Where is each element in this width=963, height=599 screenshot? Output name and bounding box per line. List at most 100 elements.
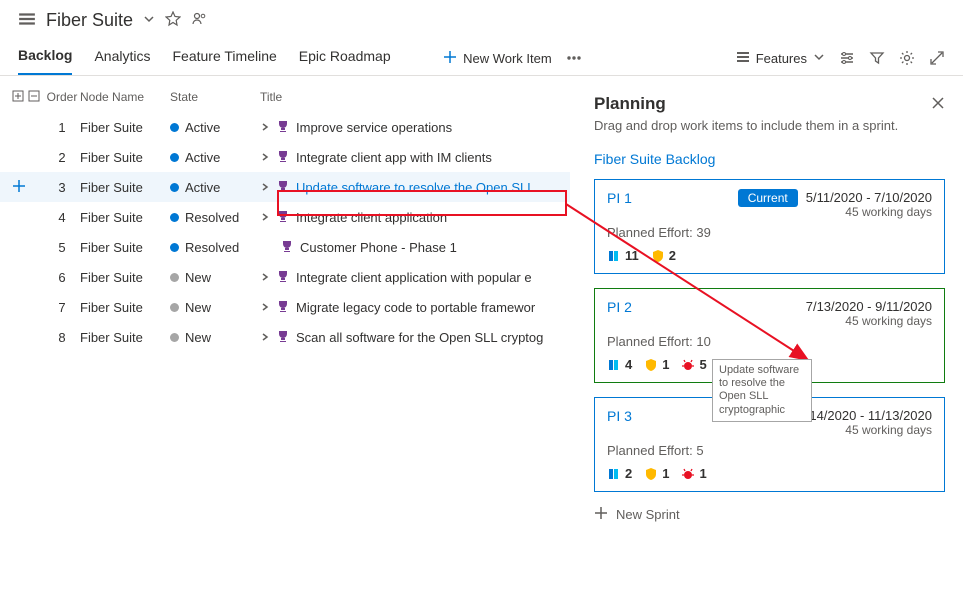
- star-icon[interactable]: [165, 11, 181, 30]
- chevron-right-icon[interactable]: [260, 330, 270, 345]
- cell-order: 7: [44, 300, 80, 315]
- trophy-icon: [276, 329, 290, 346]
- tab-backlog[interactable]: Backlog: [18, 47, 72, 75]
- chevron-right-icon[interactable]: [260, 180, 270, 195]
- sprint-card[interactable]: PI 1 Current5/11/2020 - 7/10/2020 45 wor…: [594, 179, 945, 274]
- table-row[interactable]: 8 Fiber Suite New Scan all software for …: [0, 322, 570, 352]
- table-row[interactable]: 6 Fiber Suite New Integrate client appli…: [0, 262, 570, 292]
- badge-shield: 2: [651, 248, 676, 263]
- backlog-link[interactable]: Fiber Suite Backlog: [594, 151, 945, 167]
- cell-title[interactable]: Integrate client application: [260, 209, 570, 226]
- cell-order: 2: [44, 150, 80, 165]
- chevron-down-icon[interactable]: [143, 13, 155, 28]
- badge-bug: 5: [681, 357, 706, 372]
- sprint-name[interactable]: PI 2: [607, 299, 632, 328]
- cell-node: Fiber Suite: [80, 240, 170, 255]
- cell-state: Active: [170, 120, 260, 135]
- trophy-icon: [276, 179, 290, 196]
- expand-icon[interactable]: [929, 50, 945, 66]
- work-item-title: Improve service operations: [296, 120, 452, 135]
- sprint-name[interactable]: PI 1: [607, 190, 632, 219]
- cell-order: 5: [44, 240, 80, 255]
- cell-order: 3: [44, 180, 80, 195]
- filter-icon[interactable]: [869, 50, 885, 66]
- cell-title[interactable]: Update software to resolve the Open SLL: [260, 179, 570, 196]
- work-item-title: Integrate client application with popula…: [296, 270, 532, 285]
- features-dropdown[interactable]: Features: [736, 50, 825, 67]
- cell-order: 4: [44, 210, 80, 225]
- cell-node: Fiber Suite: [80, 210, 170, 225]
- badge-shield: 1: [644, 357, 669, 372]
- badge-book: 11: [607, 248, 639, 263]
- topbar: Fiber Suite: [0, 0, 963, 39]
- col-state[interactable]: State: [170, 90, 260, 104]
- col-order[interactable]: Order: [44, 90, 80, 104]
- sprint-effort: Planned Effort: 39: [607, 225, 932, 240]
- tab-feature-timeline[interactable]: Feature Timeline: [173, 48, 277, 74]
- features-label: Features: [756, 51, 807, 66]
- settings-icon[interactable]: [839, 50, 855, 66]
- state-dot-icon: [170, 153, 179, 162]
- cell-state: Active: [170, 150, 260, 165]
- new-sprint-button[interactable]: New Sprint: [594, 506, 945, 523]
- sprint-days: 45 working days: [806, 314, 932, 328]
- drag-ghost: Update software to resolve the Open SLL …: [712, 359, 812, 422]
- tabs: Backlog Analytics Feature Timeline Epic Roa…: [0, 39, 963, 76]
- table-row[interactable]: 3 Fiber Suite Active Update software to …: [0, 172, 570, 202]
- badge-shield: 1: [644, 466, 669, 481]
- tab-analytics[interactable]: Analytics: [94, 48, 150, 74]
- table-row[interactable]: 7 Fiber Suite New Migrate legacy code to…: [0, 292, 570, 322]
- gear-icon[interactable]: [899, 50, 915, 66]
- table-row[interactable]: 5 Fiber Suite Resolved Customer Phone - …: [0, 232, 570, 262]
- work-item-title: Migrate legacy code to portable framewor: [296, 300, 535, 315]
- chevron-right-icon[interactable]: [260, 210, 270, 225]
- cell-title[interactable]: Improve service operations: [260, 119, 570, 136]
- state-dot-icon: [170, 123, 179, 132]
- cell-state: Active: [170, 180, 260, 195]
- sprint-dates: 7/13/2020 - 9/11/2020 45 working days: [806, 299, 932, 328]
- trophy-icon: [276, 119, 290, 136]
- cell-title[interactable]: Migrate legacy code to portable framewor: [260, 299, 570, 316]
- table-row[interactable]: 4 Fiber Suite Resolved Integrate client …: [0, 202, 570, 232]
- chevron-right-icon[interactable]: [260, 300, 270, 315]
- expand-all-icon[interactable]: [12, 90, 24, 105]
- sprint-dates: 9/14/2020 - 11/13/2020 45 working days: [799, 408, 933, 437]
- sprint-effort: Planned Effort: 10: [607, 334, 932, 349]
- grid-header: Order Node Name State Title: [0, 82, 570, 112]
- table-row[interactable]: 2 Fiber Suite Active Integrate client ap…: [0, 142, 570, 172]
- cell-title[interactable]: Customer Phone - Phase 1: [260, 239, 570, 256]
- cell-node: Fiber Suite: [80, 150, 170, 165]
- cell-title[interactable]: Scan all software for the Open SLL crypt…: [260, 329, 570, 346]
- more-icon[interactable]: [566, 50, 582, 66]
- chevron-right-icon[interactable]: [260, 120, 270, 135]
- col-title[interactable]: Title: [260, 90, 570, 104]
- close-icon[interactable]: [931, 96, 945, 113]
- state-dot-icon: [170, 213, 179, 222]
- backlog-grid: Order Node Name State Title 1 Fiber Suit…: [0, 76, 570, 523]
- chevron-right-icon[interactable]: [260, 270, 270, 285]
- project-icon: [18, 10, 36, 31]
- team-icon[interactable]: [191, 11, 207, 30]
- new-work-item-button[interactable]: New Work Item: [443, 50, 552, 67]
- sprint-days: 45 working days: [799, 423, 933, 437]
- cell-node: Fiber Suite: [80, 180, 170, 195]
- work-item-title: Integrate client app with IM clients: [296, 150, 492, 165]
- plus-icon: [443, 50, 457, 67]
- state-dot-icon: [170, 243, 179, 252]
- new-work-item-label: New Work Item: [463, 51, 552, 66]
- add-icon[interactable]: [12, 179, 26, 196]
- badge-bug: 1: [681, 466, 706, 481]
- table-row[interactable]: 1 Fiber Suite Active Improve service ope…: [0, 112, 570, 142]
- tab-epic-roadmap[interactable]: Epic Roadmap: [299, 48, 391, 74]
- trophy-icon: [276, 209, 290, 226]
- cell-title[interactable]: Integrate client app with IM clients: [260, 149, 570, 166]
- cell-state: New: [170, 270, 260, 285]
- chevron-right-icon[interactable]: [260, 150, 270, 165]
- cell-title[interactable]: Integrate client application with popula…: [260, 269, 570, 286]
- sprint-name[interactable]: PI 3: [607, 408, 632, 437]
- col-node[interactable]: Node Name: [80, 90, 170, 104]
- collapse-all-icon[interactable]: [28, 90, 40, 105]
- new-sprint-label: New Sprint: [616, 507, 680, 522]
- project-title[interactable]: Fiber Suite: [46, 10, 133, 31]
- work-item-title: Integrate client application: [296, 210, 447, 225]
